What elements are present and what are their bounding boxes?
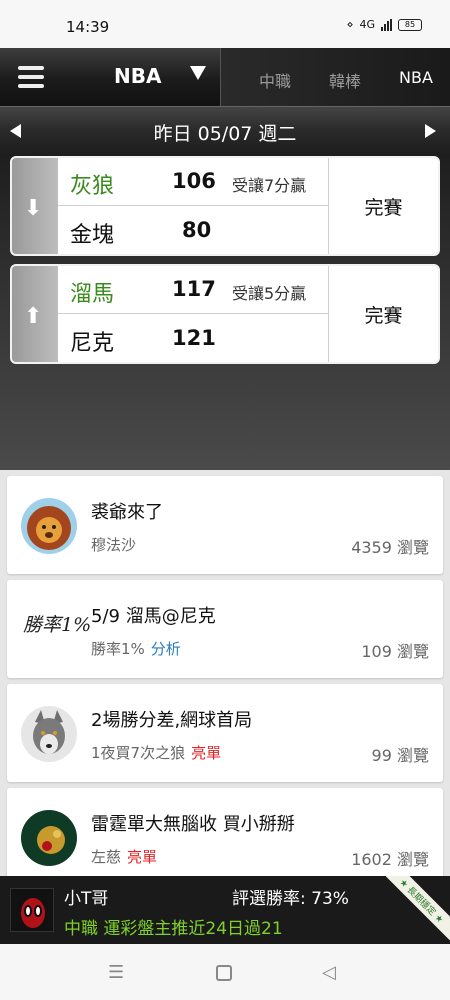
- network-type-icon: 4G: [359, 18, 375, 31]
- article-views: 109 瀏覽: [361, 642, 429, 661]
- list-item[interactable]: 雷霆單大無腦收 買小掰掰 左慈 亮單 1602 瀏覽: [7, 788, 443, 876]
- system-nav-bar: ☰ ◁: [0, 944, 450, 1000]
- next-day-icon[interactable]: [425, 124, 436, 138]
- date-label: 昨日 05/07 週二: [153, 123, 297, 145]
- article-tag[interactable]: 分析: [151, 640, 181, 658]
- list-item[interactable]: 勝率1% 5/9 溜馬@尼克 勝率1% 分析 109 瀏覽: [7, 580, 443, 678]
- up-arrow-icon: ⬆: [24, 304, 43, 329]
- article-title: 雷霆單大無腦收 買小掰掰: [91, 814, 295, 835]
- game-status: 完賽: [328, 158, 438, 254]
- vibrate-icon: ⋄: [346, 18, 354, 31]
- battery-icon: 85: [398, 18, 422, 31]
- tab-nba[interactable]: NBA: [399, 68, 433, 87]
- game-status: 完賽: [328, 266, 438, 362]
- status-icons: ⋄ 4G 85: [347, 18, 422, 31]
- home-icon[interactable]: [216, 965, 232, 981]
- tipster-name: 小T哥: [64, 889, 109, 909]
- recent-apps-icon[interactable]: ☰: [108, 962, 124, 983]
- lion-avatar: [21, 498, 77, 554]
- tab-kbo[interactable]: 韓棒: [329, 68, 361, 92]
- games-area: ⬇ 灰狼 106 受讓7分贏 金塊 80 完賽 ⬆ 溜馬 117 受讓5分贏 尼…: [0, 154, 450, 470]
- team-name: 灰狼: [70, 174, 115, 199]
- team-score: 80: [182, 218, 212, 242]
- article-author: 1夜買7次之狼 亮單: [91, 744, 222, 762]
- team-score: 117: [172, 277, 216, 301]
- game-rows: 溜馬 117 受讓5分贏 尼克 121: [58, 266, 328, 362]
- game-row-away: 尼克 121: [58, 315, 328, 362]
- game-row-away: 金塊 80: [58, 207, 328, 254]
- article-views: 99 瀏覽: [371, 746, 429, 765]
- back-icon[interactable]: ◁: [322, 962, 336, 983]
- article-author: 穆法沙: [91, 536, 137, 554]
- game-card[interactable]: ⬆ 溜馬 117 受讓5分贏 尼克 121 完賽: [10, 264, 440, 364]
- team-name: 金塊: [70, 223, 115, 248]
- game-rows: 灰狼 106 受讓7分贏 金塊 80: [58, 158, 328, 254]
- wolf-avatar: [21, 706, 77, 762]
- menu-icon[interactable]: [18, 66, 44, 88]
- tipster-avatar: [10, 888, 54, 932]
- game-row-home: 灰狼 106 受讓7分贏: [58, 158, 328, 206]
- date-bar: 昨日 05/07 週二: [0, 106, 450, 154]
- game-side: ⬆: [12, 266, 58, 362]
- article-views: 1602 瀏覽: [351, 850, 429, 869]
- team-name: 溜馬: [70, 282, 115, 307]
- article-tag[interactable]: 亮單: [191, 744, 221, 762]
- status-time: 14:39: [66, 18, 110, 36]
- game-card[interactable]: ⬇ 灰狼 106 受讓7分贏 金塊 80 完賽: [10, 156, 440, 256]
- article-author: 左慈 亮單: [91, 848, 158, 866]
- down-arrow-icon: ⬇: [24, 196, 43, 221]
- tipster-win-rate: 評選勝率: 73%: [232, 889, 349, 909]
- list-item[interactable]: 2場勝分差,網球首局 1夜買7次之狼 亮單 99 瀏覽: [7, 684, 443, 782]
- list-item[interactable]: 裘爺來了 穆法沙 4359 瀏覽: [7, 476, 443, 574]
- game-row-home: 溜馬 117 受讓5分贏: [58, 266, 328, 314]
- article-title: 裘爺來了: [91, 502, 163, 523]
- promo-message: 中職 運彩盤主推近24日過21: [64, 919, 283, 939]
- spread-result: 受讓5分贏: [232, 284, 307, 303]
- article-author: 勝率1% 分析: [91, 640, 181, 658]
- stable-ribbon: ★ 長期穩定 ★: [386, 876, 450, 940]
- article-tag[interactable]: 亮單: [127, 848, 157, 866]
- game-side: ⬇: [12, 158, 58, 254]
- league-tabs: 中職 韓棒 NBA: [220, 48, 450, 106]
- team-score: 121: [172, 326, 216, 350]
- article-title: 5/9 溜馬@尼克: [91, 606, 216, 627]
- top-nav: NBA 中職 韓棒 NBA: [0, 48, 450, 106]
- article-views: 4359 瀏覽: [351, 538, 429, 557]
- dropdown-caret-icon[interactable]: [190, 66, 206, 80]
- calligraphy-avatar: 勝率1%: [23, 614, 92, 636]
- status-bar: 14:39 ⋄ 4G 85: [0, 0, 450, 48]
- dragon-avatar: [21, 810, 77, 866]
- league-title[interactable]: NBA: [114, 64, 161, 88]
- article-title: 2場勝分差,網球首局: [91, 710, 253, 731]
- article-list: 裘爺來了 穆法沙 4359 瀏覽 勝率1% 5/9 溜馬@尼克 勝率1% 分析 1…: [0, 470, 450, 876]
- signal-icon: [381, 18, 392, 31]
- team-score: 106: [172, 169, 216, 193]
- spread-result: 受讓7分贏: [232, 176, 307, 195]
- promo-banner[interactable]: 小T哥 評選勝率: 73% 中職 運彩盤主推近24日過21 ★ 長期穩定 ★: [0, 876, 450, 944]
- team-name: 尼克: [70, 331, 115, 356]
- tab-cpbl[interactable]: 中職: [259, 68, 291, 92]
